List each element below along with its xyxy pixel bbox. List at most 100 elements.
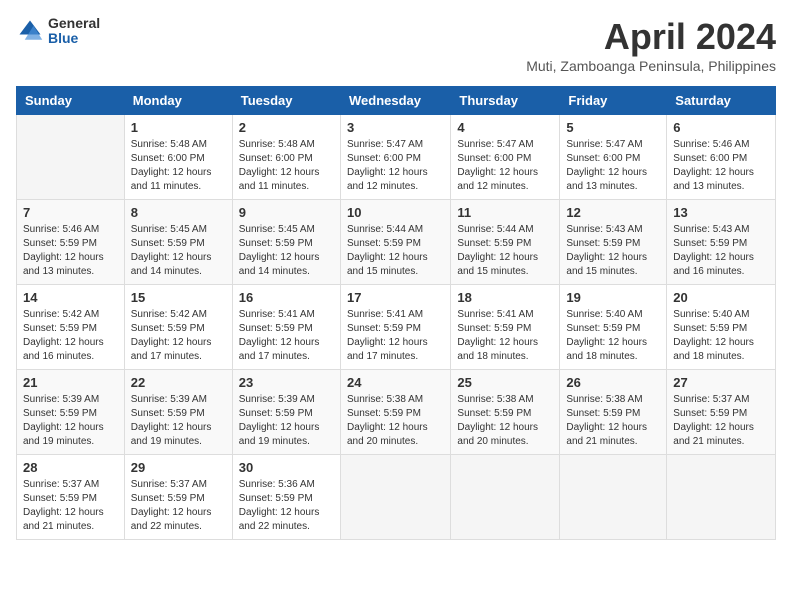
day-number: 25 bbox=[457, 375, 553, 390]
day-info: Sunrise: 5:46 AM Sunset: 5:59 PM Dayligh… bbox=[23, 223, 118, 279]
day-cell: 6 Sunrise: 5:46 AM Sunset: 6:00 PM Daylig… bbox=[667, 115, 776, 200]
day-cell: 30 Sunrise: 5:36 AM Sunset: 5:59 PM Dayli… bbox=[232, 455, 340, 540]
calendar-table: SundayMondayTuesdayWednesdayThursdayFrid… bbox=[16, 86, 776, 540]
day-info: Sunrise: 5:44 AM Sunset: 5:59 PM Dayligh… bbox=[457, 223, 553, 279]
day-number: 30 bbox=[239, 460, 334, 475]
day-cell: 12 Sunrise: 5:43 AM Sunset: 5:59 PM Dayli… bbox=[560, 200, 667, 285]
day-info: Sunrise: 5:37 AM Sunset: 5:59 PM Dayligh… bbox=[673, 393, 769, 449]
logo-icon bbox=[16, 17, 44, 45]
week-row-3: 21 Sunrise: 5:39 AM Sunset: 5:59 PM Dayli… bbox=[17, 370, 776, 455]
day-number: 20 bbox=[673, 290, 769, 305]
day-info: Sunrise: 5:39 AM Sunset: 5:59 PM Dayligh… bbox=[23, 393, 118, 449]
day-info: Sunrise: 5:45 AM Sunset: 5:59 PM Dayligh… bbox=[239, 223, 334, 279]
day-number: 29 bbox=[131, 460, 226, 475]
header-cell-thursday: Thursday bbox=[451, 87, 560, 115]
week-row-2: 14 Sunrise: 5:42 AM Sunset: 5:59 PM Dayli… bbox=[17, 285, 776, 370]
day-number: 23 bbox=[239, 375, 334, 390]
header-cell-tuesday: Tuesday bbox=[232, 87, 340, 115]
logo-text: General Blue bbox=[48, 16, 100, 47]
day-info: Sunrise: 5:47 AM Sunset: 6:00 PM Dayligh… bbox=[566, 138, 660, 194]
calendar-header: SundayMondayTuesdayWednesdayThursdayFrid… bbox=[17, 87, 776, 115]
day-info: Sunrise: 5:40 AM Sunset: 5:59 PM Dayligh… bbox=[566, 308, 660, 364]
day-info: Sunrise: 5:43 AM Sunset: 5:59 PM Dayligh… bbox=[566, 223, 660, 279]
day-cell: 26 Sunrise: 5:38 AM Sunset: 5:59 PM Dayli… bbox=[560, 370, 667, 455]
day-number: 9 bbox=[239, 205, 334, 220]
day-info: Sunrise: 5:37 AM Sunset: 5:59 PM Dayligh… bbox=[23, 478, 118, 534]
day-number: 26 bbox=[566, 375, 660, 390]
day-info: Sunrise: 5:46 AM Sunset: 6:00 PM Dayligh… bbox=[673, 138, 769, 194]
day-number: 21 bbox=[23, 375, 118, 390]
day-number: 7 bbox=[23, 205, 118, 220]
day-cell: 9 Sunrise: 5:45 AM Sunset: 5:59 PM Daylig… bbox=[232, 200, 340, 285]
header-cell-saturday: Saturday bbox=[667, 87, 776, 115]
day-cell: 23 Sunrise: 5:39 AM Sunset: 5:59 PM Dayli… bbox=[232, 370, 340, 455]
day-number: 3 bbox=[347, 120, 444, 135]
day-number: 11 bbox=[457, 205, 553, 220]
day-info: Sunrise: 5:37 AM Sunset: 5:59 PM Dayligh… bbox=[131, 478, 226, 534]
day-number: 12 bbox=[566, 205, 660, 220]
day-cell: 10 Sunrise: 5:44 AM Sunset: 5:59 PM Dayli… bbox=[340, 200, 450, 285]
day-number: 22 bbox=[131, 375, 226, 390]
day-cell: 25 Sunrise: 5:38 AM Sunset: 5:59 PM Dayli… bbox=[451, 370, 560, 455]
day-info: Sunrise: 5:41 AM Sunset: 5:59 PM Dayligh… bbox=[347, 308, 444, 364]
day-number: 1 bbox=[131, 120, 226, 135]
day-cell bbox=[667, 455, 776, 540]
day-number: 15 bbox=[131, 290, 226, 305]
day-info: Sunrise: 5:39 AM Sunset: 5:59 PM Dayligh… bbox=[239, 393, 334, 449]
day-info: Sunrise: 5:47 AM Sunset: 6:00 PM Dayligh… bbox=[457, 138, 553, 194]
week-row-4: 28 Sunrise: 5:37 AM Sunset: 5:59 PM Dayli… bbox=[17, 455, 776, 540]
day-cell: 14 Sunrise: 5:42 AM Sunset: 5:59 PM Dayli… bbox=[17, 285, 125, 370]
week-row-0: 1 Sunrise: 5:48 AM Sunset: 6:00 PM Daylig… bbox=[17, 115, 776, 200]
day-cell: 21 Sunrise: 5:39 AM Sunset: 5:59 PM Dayli… bbox=[17, 370, 125, 455]
day-number: 27 bbox=[673, 375, 769, 390]
page-header: General Blue April 2024 Muti, Zamboanga … bbox=[16, 16, 776, 74]
day-info: Sunrise: 5:38 AM Sunset: 5:59 PM Dayligh… bbox=[457, 393, 553, 449]
day-cell: 16Sunrise: 5:41 AM Sunset: 5:59 PM Dayli… bbox=[232, 285, 340, 370]
day-cell: 20 Sunrise: 5:40 AM Sunset: 5:59 PM Dayli… bbox=[667, 285, 776, 370]
day-cell: 11 Sunrise: 5:44 AM Sunset: 5:59 PM Dayli… bbox=[451, 200, 560, 285]
day-number: 6 bbox=[673, 120, 769, 135]
header-row: SundayMondayTuesdayWednesdayThursdayFrid… bbox=[17, 87, 776, 115]
day-number: 8 bbox=[131, 205, 226, 220]
day-number: 17 bbox=[347, 290, 444, 305]
day-info: Sunrise: 5:38 AM Sunset: 5:59 PM Dayligh… bbox=[566, 393, 660, 449]
day-cell: 28 Sunrise: 5:37 AM Sunset: 5:59 PM Dayli… bbox=[17, 455, 125, 540]
day-info: Sunrise: 5:47 AM Sunset: 6:00 PM Dayligh… bbox=[347, 138, 444, 194]
day-info: Sunrise: 5:48 AM Sunset: 6:00 PM Dayligh… bbox=[131, 138, 226, 194]
day-cell bbox=[451, 455, 560, 540]
day-cell: 4 Sunrise: 5:47 AM Sunset: 6:00 PM Daylig… bbox=[451, 115, 560, 200]
day-cell: 17 Sunrise: 5:41 AM Sunset: 5:59 PM Dayli… bbox=[340, 285, 450, 370]
logo: General Blue bbox=[16, 16, 100, 47]
header-cell-wednesday: Wednesday bbox=[340, 87, 450, 115]
day-cell: 1 Sunrise: 5:48 AM Sunset: 6:00 PM Daylig… bbox=[124, 115, 232, 200]
day-cell: 27 Sunrise: 5:37 AM Sunset: 5:59 PM Dayli… bbox=[667, 370, 776, 455]
day-cell: 24Sunrise: 5:38 AM Sunset: 5:59 PM Dayli… bbox=[340, 370, 450, 455]
day-number: 28 bbox=[23, 460, 118, 475]
day-info: Sunrise: 5:38 AM Sunset: 5:59 PM Dayligh… bbox=[347, 393, 444, 449]
header-cell-monday: Monday bbox=[124, 87, 232, 115]
day-cell bbox=[17, 115, 125, 200]
day-info: Sunrise: 5:40 AM Sunset: 5:59 PM Dayligh… bbox=[673, 308, 769, 364]
calendar-body: 1 Sunrise: 5:48 AM Sunset: 6:00 PM Daylig… bbox=[17, 115, 776, 540]
day-info: Sunrise: 5:36 AM Sunset: 5:59 PM Dayligh… bbox=[239, 478, 334, 534]
logo-general-text: General bbox=[48, 16, 100, 31]
day-info: Sunrise: 5:42 AM Sunset: 5:59 PM Dayligh… bbox=[131, 308, 226, 364]
day-info: Sunrise: 5:44 AM Sunset: 5:59 PM Dayligh… bbox=[347, 223, 444, 279]
day-cell: 7 Sunrise: 5:46 AM Sunset: 5:59 PM Daylig… bbox=[17, 200, 125, 285]
day-number: 18 bbox=[457, 290, 553, 305]
day-number: 14 bbox=[23, 290, 118, 305]
logo-blue-text: Blue bbox=[48, 31, 100, 46]
day-cell: 19 Sunrise: 5:40 AM Sunset: 5:59 PM Dayli… bbox=[560, 285, 667, 370]
day-cell: 15 Sunrise: 5:42 AM Sunset: 5:59 PM Dayli… bbox=[124, 285, 232, 370]
day-number: 4 bbox=[457, 120, 553, 135]
day-number: 19 bbox=[566, 290, 660, 305]
day-info: Sunrise: 5:41 AM Sunset: 5:59 PM Dayligh… bbox=[239, 308, 334, 364]
day-cell: 3 Sunrise: 5:47 AM Sunset: 6:00 PM Daylig… bbox=[340, 115, 450, 200]
location: Muti, Zamboanga Peninsula, Philippines bbox=[526, 58, 776, 74]
day-cell: 18Sunrise: 5:41 AM Sunset: 5:59 PM Dayli… bbox=[451, 285, 560, 370]
day-cell: 22Sunrise: 5:39 AM Sunset: 5:59 PM Dayli… bbox=[124, 370, 232, 455]
day-number: 10 bbox=[347, 205, 444, 220]
day-cell: 5Sunrise: 5:47 AM Sunset: 6:00 PM Daylig… bbox=[560, 115, 667, 200]
day-info: Sunrise: 5:42 AM Sunset: 5:59 PM Dayligh… bbox=[23, 308, 118, 364]
day-number: 2 bbox=[239, 120, 334, 135]
